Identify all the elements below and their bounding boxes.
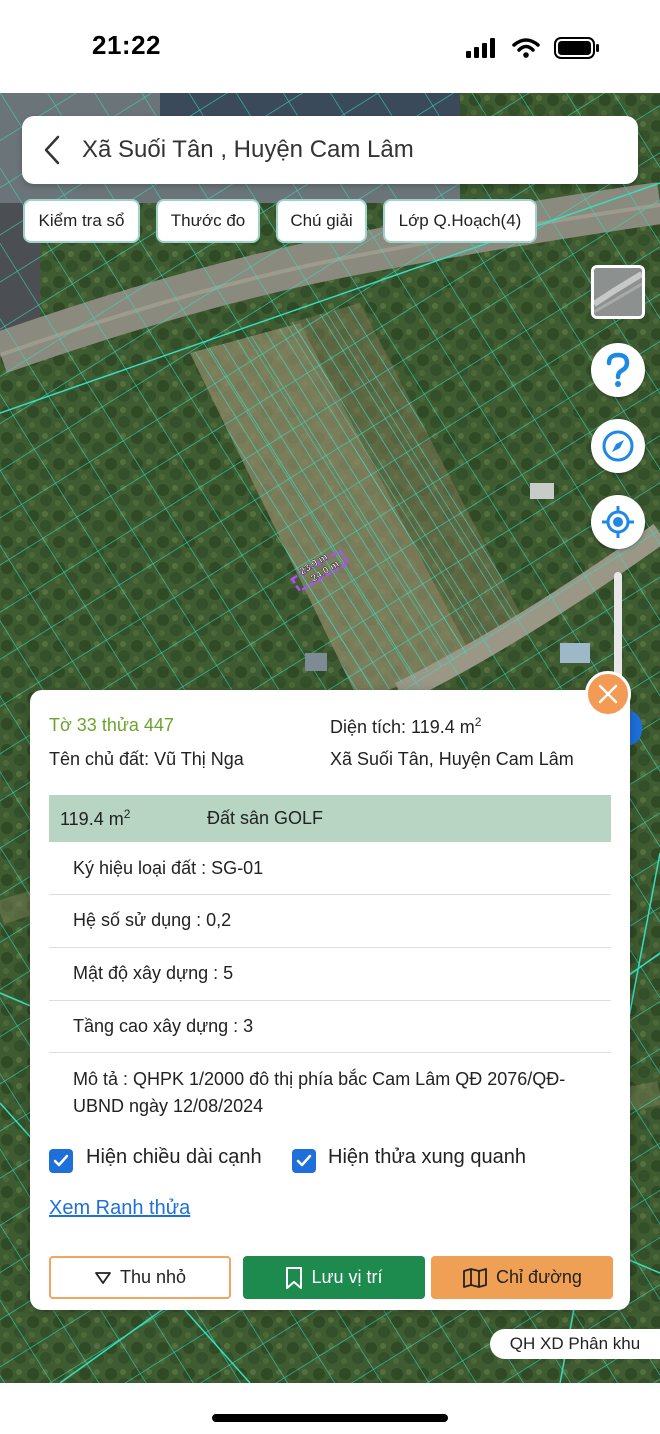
save-location-button-label: Lưu vị trí: [311, 1267, 383, 1287]
parcel-area-unit-sup: 2: [474, 715, 482, 729]
show-neighbors-checkbox[interactable]: [292, 1149, 316, 1173]
parcel-area: Diện tích: 119.4 m2: [330, 715, 481, 738]
home-indicator[interactable]: [212, 1414, 448, 1422]
land-use-area: 119.4 m2: [60, 807, 130, 830]
land-use-area-text: 119.4 m: [60, 809, 124, 829]
close-panel-button[interactable]: [585, 671, 631, 717]
crosshair-icon: [602, 506, 634, 538]
help-button[interactable]: [591, 343, 645, 397]
parcel-area-text: Diện tích: 119.4 m: [330, 717, 475, 737]
checkmark-icon: [296, 1154, 312, 1167]
parcel-id: Tờ 33 thửa 447: [49, 715, 174, 735]
chip-planning-layers[interactable]: Lớp Q.Hoạch(4): [383, 199, 537, 243]
location-header: Xã Suối Tân , Huyện Cam Lâm: [22, 116, 638, 184]
collapse-button-label: Thu nhỏ: [119, 1267, 187, 1287]
parcel-location: Xã Suối Tân, Huyện Cam Lâm: [330, 749, 574, 769]
show-edge-length-label[interactable]: Hiện chiều dài cạnh: [86, 1146, 262, 1169]
battery-icon: [554, 37, 599, 59]
save-location-button[interactable]: Lưu vị trí: [243, 1256, 425, 1299]
close-icon: [598, 684, 618, 704]
status-bar: 21:22: [0, 0, 660, 93]
parcel-owner: Tên chủ đất: Vũ Thị Nga: [49, 749, 244, 769]
directions-button-label: Chỉ đường: [496, 1267, 582, 1287]
my-location-button[interactable]: [591, 495, 645, 549]
land-use-header: 119.4 m2 Đất sân GOLF: [49, 795, 611, 842]
bottom-safe-area: [0, 1383, 660, 1434]
map-layer-toggle[interactable]: [591, 265, 645, 319]
chip-legend[interactable]: Chú giải: [276, 199, 367, 243]
directions-button[interactable]: Chỉ đường: [431, 1256, 613, 1299]
view-boundary-link[interactable]: Xem Ranh thửa: [49, 1197, 190, 1220]
wifi-icon: [512, 38, 540, 58]
chip-check-book[interactable]: Kiểm tra sổ: [23, 199, 140, 243]
land-use-area-unit-sup: 2: [123, 807, 131, 821]
chip-ruler[interactable]: Thước đo: [156, 199, 260, 243]
map-layer-thumbnail-icon: [594, 268, 642, 316]
bookmark-icon: [286, 1266, 303, 1289]
map-icon: [463, 1267, 487, 1288]
planning-layer-badge[interactable]: QH XD Phân khu: [490, 1329, 660, 1359]
cellular-signal-icon: [466, 38, 495, 58]
attr-building-density: Mật độ xây dựng : 5: [49, 948, 611, 1001]
question-icon: [606, 352, 630, 387]
land-use-type: Đất sân GOLF: [207, 808, 324, 828]
show-edge-length-checkbox[interactable]: [49, 1149, 73, 1173]
compass-icon: [602, 430, 634, 462]
collapse-button[interactable]: Thu nhỏ: [49, 1256, 231, 1299]
status-time: 21:22: [92, 30, 161, 60]
compass-button[interactable]: [591, 419, 645, 473]
location-title: Xã Suối Tân , Huyện Cam Lâm: [82, 136, 414, 163]
attr-description: Mô tả : QHPK 1/2000 đô thị phía bắc Cam …: [73, 1069, 566, 1116]
attr-usage-ratio: Hệ số sử dụng : 0,2: [49, 895, 611, 948]
status-icons: [466, 36, 600, 60]
show-neighbors-label[interactable]: Hiện thửa xung quanh: [328, 1146, 526, 1169]
chevron-left-icon: [44, 135, 60, 165]
back-button[interactable]: [22, 116, 82, 184]
attr-building-height: Tầng cao xây dựng : 3: [49, 1001, 611, 1053]
triangle-down-icon: [95, 1271, 111, 1284]
checkmark-icon: [53, 1154, 69, 1167]
attr-land-code: Ký hiệu loại đất : SG-01: [49, 842, 611, 895]
